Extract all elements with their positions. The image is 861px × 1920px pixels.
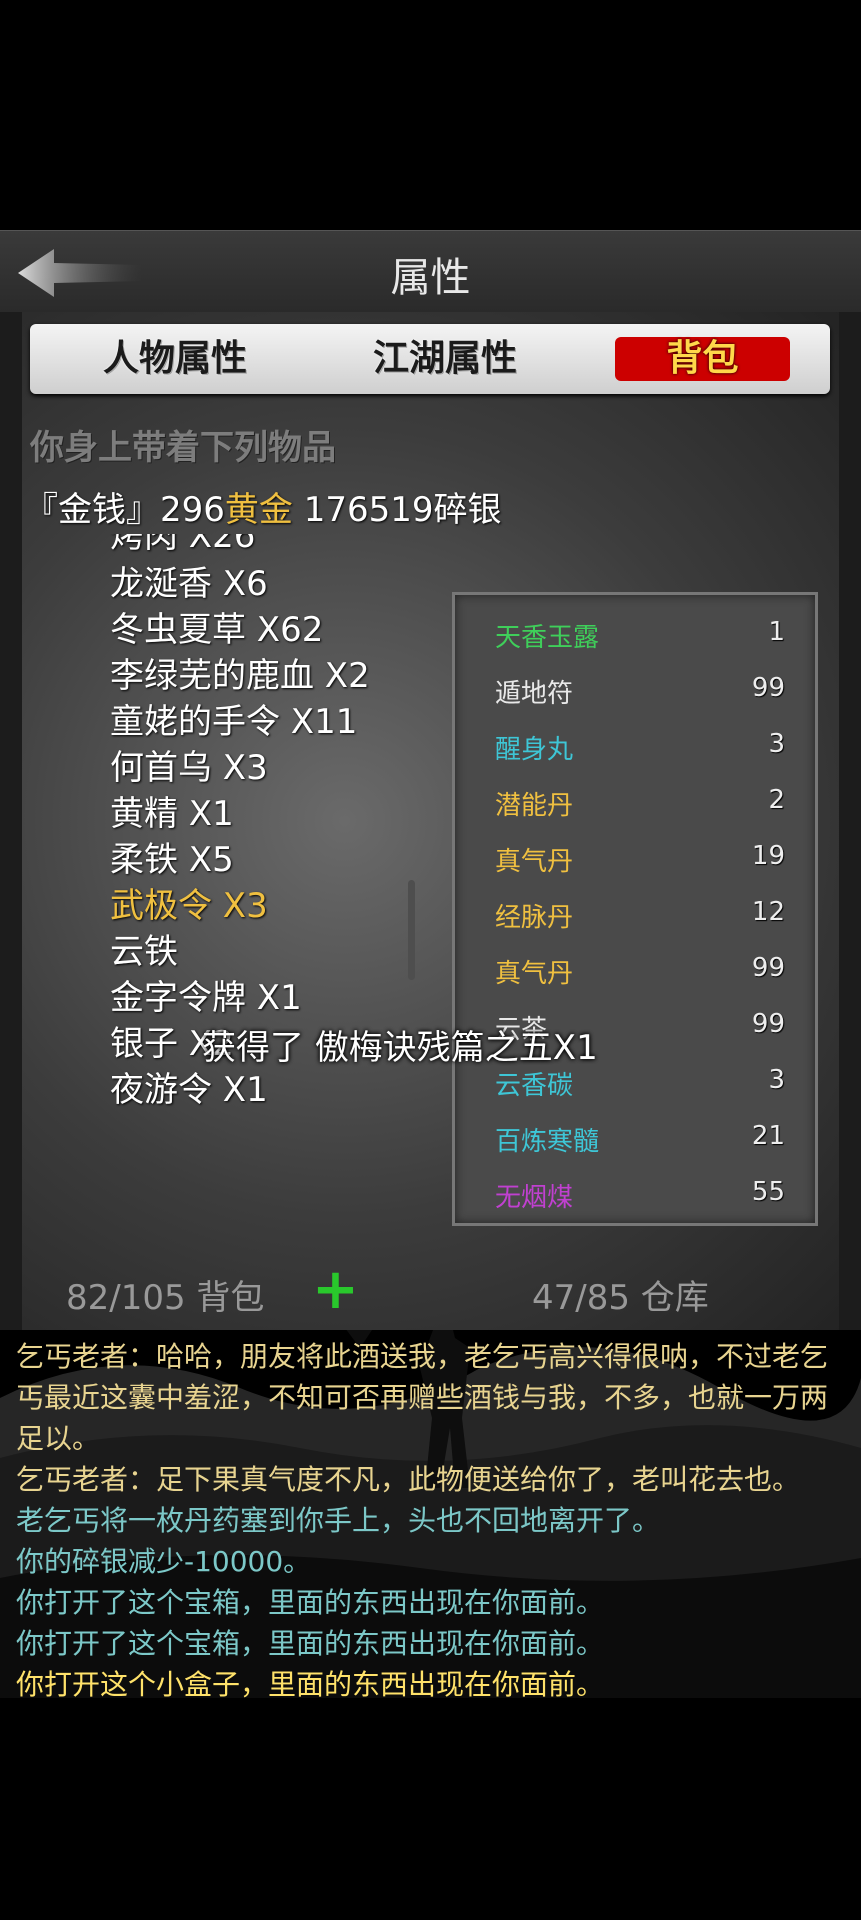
item-row[interactable]: 童姥的手令 X11 (88, 698, 409, 746)
log-line: 你打开了这个宝箱，里面的东西出现在你面前。 (16, 1586, 605, 1619)
quick-item-qty: 1 (768, 617, 785, 647)
quick-item-row[interactable]: 经脉丹 12 (495, 897, 795, 937)
item-row[interactable]: 烤肉 X26 (88, 534, 409, 560)
item-list-scrollbar[interactable] (408, 880, 415, 980)
quick-item-row[interactable]: 无烟煤 55 (495, 1177, 795, 1217)
tab-backpack[interactable]: 背包 (615, 337, 790, 381)
money-line: 『金钱』296黄金 176519碎银 (24, 482, 502, 531)
quick-item-box: 天香玉露 1 遁地符 99 醒身丸 3 潜能丹 2 真气丹 19 经脉丹 12 真气丹 99 … (452, 592, 818, 1226)
quick-item-qty: 99 (751, 953, 785, 983)
item-row[interactable]: 何首乌 X3 (88, 744, 408, 792)
quick-item-name: 经脉丹 (495, 903, 574, 933)
header-bar: 属性 (0, 230, 861, 315)
item-row[interactable]: 夜游令 X1 (88, 1066, 408, 1114)
item-row[interactable]: 冬虫夏草 X62 (88, 606, 409, 654)
quick-item-qty: 3 (768, 729, 785, 759)
inventory-panel: 人物属性 江湖属性 背包 你身上带着下列物品 『金钱』296黄金 176519碎… (0, 312, 861, 1330)
quick-item-name: 遁地符 (495, 679, 574, 709)
log-line: 乞丐老者：哈哈，朋友将此酒送我，老乞丐高兴得很呐，不过老乞丐最近这囊中羞涩，不知… (16, 1340, 829, 1455)
quick-item-row[interactable]: 百炼寒髓 21 (495, 1121, 795, 1161)
item-row[interactable]: 龙涎香 X6 (88, 560, 408, 608)
item-label: 云铁 (110, 932, 178, 972)
quick-item-row[interactable]: 云香碳 3 (495, 1065, 795, 1105)
quick-item-row[interactable]: 天香玉露 1 (495, 617, 795, 657)
quick-item-qty: 12 (751, 897, 785, 927)
page-title: 属性 (390, 255, 471, 301)
item-row[interactable]: 云铁 (88, 928, 408, 976)
item-row-highlighted[interactable]: 武极令 X3 (88, 882, 408, 930)
tab-character-attributes[interactable]: 人物属性 (70, 334, 280, 384)
item-label: 柔铁 X5 (110, 840, 234, 880)
quick-item-row[interactable]: 遁地符 99 (495, 673, 795, 713)
quick-item-qty: 99 (751, 673, 785, 703)
tab-bar: 人物属性 江湖属性 背包 (30, 324, 830, 394)
quick-item-row[interactable]: 真气丹 99 (495, 953, 795, 993)
item-label: 李绿芜的鹿血 X2 (110, 656, 370, 696)
item-label: 夜游令 X1 (110, 1070, 268, 1110)
quick-item-name: 百炼寒髓 (495, 1127, 600, 1157)
quick-item-qty: 3 (768, 1065, 785, 1095)
item-label: 龙涎香 X6 (110, 564, 268, 604)
storage-button[interactable]: 47/85 仓库 (532, 1270, 709, 1319)
quick-item-name: 天香玉露 (495, 623, 600, 653)
log-line: 你的碎银减少-10000。 (16, 1545, 312, 1578)
quick-item-qty: 55 (751, 1177, 785, 1207)
quick-item-row[interactable]: 真气丹 19 (495, 841, 795, 881)
item-row[interactable]: 柔铁 X5 (88, 836, 408, 884)
item-row[interactable]: 李绿芜的鹿血 X2 (88, 652, 408, 700)
quick-item-qty: 2 (768, 785, 785, 815)
item-label: 黄精 X1 (110, 794, 234, 834)
pickup-toast: 获得了 傲梅诀残篇之五X1 (202, 1028, 598, 1068)
item-label: 何首乌 X3 (110, 748, 268, 788)
quick-item-name: 真气丹 (495, 959, 574, 989)
log-line: 你打开了这个宝箱，里面的东西出现在你面前。 (16, 1627, 605, 1660)
quick-item-qty: 19 (751, 841, 785, 871)
quick-item-name: 云香碳 (495, 1071, 574, 1101)
item-label: 童姥的手令 X11 (110, 702, 358, 742)
log-line: 你打开这个小盒子，里面的东西出现在你面前。 (16, 1668, 605, 1701)
quick-item-name: 真气丹 (495, 847, 574, 877)
log-lines: 乞丐老者：哈哈，朋友将此酒送我，老乞丐高兴得很呐，不过老乞丐最近这囊中羞涩，不知… (16, 1336, 846, 1705)
message-log: 乞丐老者：哈哈，朋友将此酒送我，老乞丐高兴得很呐，不过老乞丐最近这囊中羞涩，不知… (0, 1330, 861, 1770)
quick-item-qty: 21 (751, 1121, 785, 1151)
capacity-bar: 82/105 背包 + 47/85 仓库 (0, 1262, 861, 1319)
item-label: 金字令牌 X1 (110, 978, 302, 1018)
tab-jianghu-attributes[interactable]: 江湖属性 (340, 334, 550, 384)
quick-item-name: 潜能丹 (495, 791, 574, 821)
quick-item-name: 醒身丸 (495, 735, 574, 765)
item-row[interactable]: 金字令牌 X1 (88, 974, 408, 1022)
inventory-subtitle: 你身上带着下列物品 (30, 428, 336, 468)
item-list[interactable]: 烤肉 X26 龙涎香 X6 冬虫夏草 X62 李绿芜的鹿血 X2 童姥的手令 X… (88, 534, 448, 1220)
item-label: 武极令 X3 (110, 886, 268, 926)
item-label: 冬虫夏草 X62 (110, 610, 324, 650)
item-row[interactable]: 黄精 X1 (88, 790, 408, 838)
money-gold-unit: 黄金 (224, 490, 293, 530)
quick-item-qty: 99 (751, 1009, 785, 1039)
item-label: 烤肉 X26 (110, 534, 256, 556)
money-prefix: 『金钱』296 (24, 490, 225, 530)
quick-item-row[interactable]: 潜能丹 2 (495, 785, 795, 825)
quick-item-name: 无烟煤 (495, 1183, 574, 1213)
log-line: 乞丐老者：足下果真气度不凡，此物便送给你了，老叫花去也。 (16, 1463, 801, 1496)
quick-item-row[interactable]: 醒身丸 3 (495, 729, 795, 769)
log-line: 老乞丐将一枚丹药塞到你手上，头也不回地离开了。 (16, 1504, 661, 1537)
expand-bag-plus-icon[interactable]: + (312, 1262, 359, 1318)
bag-count: 82/105 背包 (66, 1278, 265, 1318)
money-rest: 176519碎银 (292, 490, 502, 530)
